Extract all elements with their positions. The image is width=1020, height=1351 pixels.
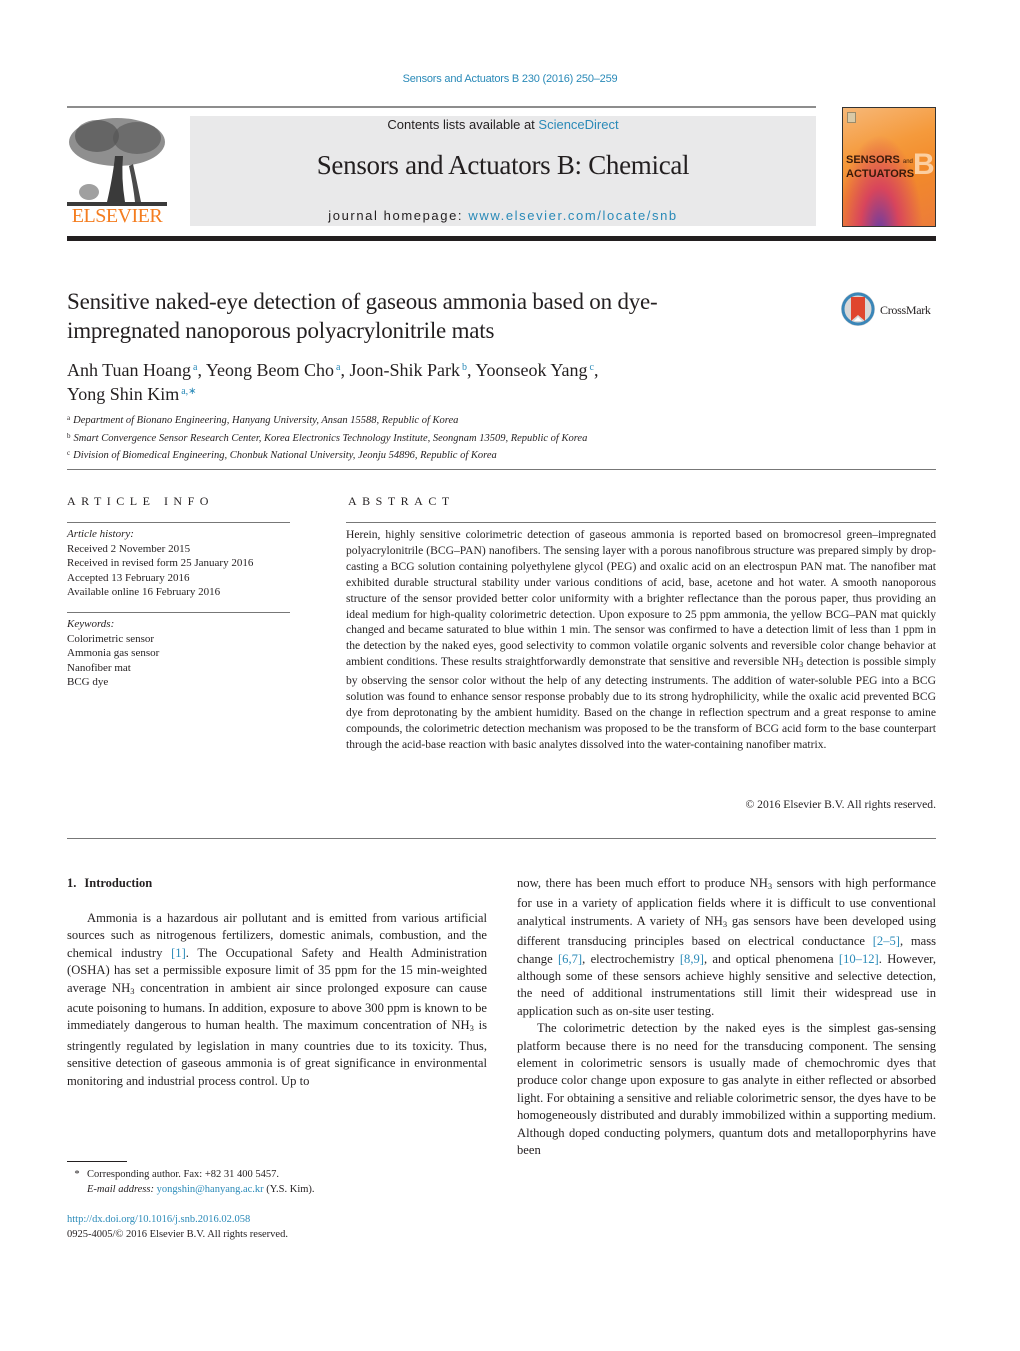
affiliation-list: a Department of Bionano Engineering, Hany… xyxy=(67,411,927,464)
cover-line1: SENSORS xyxy=(846,154,900,166)
keywords-rule xyxy=(67,612,290,613)
journal-masthead: Contents lists available at ScienceDirec… xyxy=(190,116,816,226)
author[interactable]: Yoonseok Yang c xyxy=(475,360,594,380)
author-name: Yeong Beom Cho xyxy=(205,360,335,380)
keyword: Colorimetric sensor xyxy=(67,632,155,645)
affiliation-key: c xyxy=(67,449,71,457)
author-name: Joon-Shik Park xyxy=(349,360,460,380)
journal-citation-link[interactable]: Sensors and Actuators B 230 (2016) 250–2… xyxy=(0,73,1020,85)
section-title: Introduction xyxy=(84,876,153,890)
reference-link[interactable]: [1] xyxy=(171,946,186,960)
reference-link[interactable]: [8,9] xyxy=(680,952,704,966)
abstract-heading: ABSTRACT xyxy=(348,494,455,508)
section-divider xyxy=(67,469,936,470)
homepage-prefix: journal homepage: xyxy=(328,208,469,223)
text-run: , electrochemistry xyxy=(582,951,680,966)
contents-availability: Contents lists available at ScienceDirec… xyxy=(190,117,816,132)
intro-paragraph: The colorimetric detection by the naked … xyxy=(517,1021,936,1158)
author-separator: , xyxy=(197,360,206,380)
author[interactable]: Anh Tuan Hoang a xyxy=(67,360,197,380)
introduction-heading: 1. Introduction xyxy=(67,876,152,891)
author[interactable]: Yeong Beom Cho a xyxy=(206,360,341,380)
doi-link[interactable]: http://dx.doi.org/10.1016/j.snb.2016.02.… xyxy=(67,1214,250,1225)
article-title: Sensitive naked-eye detection of gaseous… xyxy=(67,289,658,343)
intro-paragraph: Ammonia is a hazardous air pollutant and… xyxy=(67,910,487,1090)
author-separator: , xyxy=(594,360,599,380)
affiliation-key: a xyxy=(67,414,71,422)
affiliation-text: Division of Biomedical Engineering, Chon… xyxy=(73,450,497,461)
author[interactable]: Joon-Shik Park b xyxy=(349,360,467,380)
keyword: BCG dye xyxy=(67,676,109,688)
crossmark-badge[interactable]: CrossMark xyxy=(840,291,940,327)
author-list: Anh Tuan Hoang a, Yeong Beom Cho a, Joon-S… xyxy=(67,357,787,405)
author-name: Yoonseok Yang xyxy=(475,360,588,380)
section-divider xyxy=(67,838,936,839)
cover-line2: ACTUATORS xyxy=(846,168,915,180)
elsevier-tree-icon xyxy=(67,116,167,208)
header-thick-rule xyxy=(67,236,936,241)
author-affiliation-marker[interactable]: a,∗ xyxy=(181,386,196,397)
abstract-text-part: Herein, highly sensitive colorimetric de… xyxy=(346,528,936,669)
affiliation-text: Department of Bionano Engineering, Hanya… xyxy=(73,415,459,426)
contents-prefix: Contents lists available at xyxy=(387,117,539,132)
cover-letter: B xyxy=(913,148,935,181)
keywords-label: Keywords: xyxy=(67,618,115,630)
footnote-rule xyxy=(67,1161,127,1162)
crossmark-label: CrossMark xyxy=(880,303,931,317)
history-item: Received in revised form 25 January 2016 xyxy=(67,557,254,569)
affiliation: c Division of Biomedical Engineering, Cho… xyxy=(67,446,927,464)
homepage-link[interactable]: www.elsevier.com/locate/snb xyxy=(468,208,677,223)
journal-homepage: journal homepage: www.elsevier.com/locat… xyxy=(190,208,816,223)
journal-cover-thumbnail[interactable]: B SENSORS and ACTUATORS xyxy=(842,107,936,227)
affiliation: b Smart Convergence Sensor Research Cente… xyxy=(67,429,927,447)
history-label: Article history: xyxy=(67,528,134,540)
doi-block: http://dx.doi.org/10.1016/j.snb.2016.02.… xyxy=(67,1212,487,1242)
reference-link[interactable]: [10–12] xyxy=(839,952,879,966)
history-item: Accepted 13 February 2016 xyxy=(67,571,190,584)
header-rule xyxy=(67,106,816,108)
elsevier-logo[interactable]: ELSEVIER xyxy=(67,116,167,228)
intro-paragraph: now, there has been much effort to produ… xyxy=(517,875,936,1020)
affiliation: a Department of Bionano Engineering, Hany… xyxy=(67,411,927,429)
cover-title: SENSORS and ACTUATORS xyxy=(846,154,914,180)
reference-link[interactable]: [6,7] xyxy=(558,952,582,966)
journal-title: Sensors and Actuators B: Chemical xyxy=(316,150,690,180)
author[interactable]: Yong Shin Kim a,∗ xyxy=(67,384,197,404)
author-name: Anh Tuan Hoang xyxy=(67,360,192,380)
issn-copyright: 0925-4005/© 2016 Elsevier B.V. All right… xyxy=(67,1229,288,1240)
history-item: Received 2 November 2015 xyxy=(67,542,191,555)
corresponding-text: Corresponding author. Fax: +82 31 400 54… xyxy=(87,1169,279,1180)
email-link[interactable]: yongshin@hanyang.ac.kr xyxy=(157,1184,264,1195)
corresponding-author-footnote: * Corresponding author. Fax: +82 31 400 5… xyxy=(67,1167,487,1197)
keyword: Nanofiber mat xyxy=(67,661,131,674)
abstract-text-part: detection is possible simply by observin… xyxy=(346,655,937,751)
abstract-rule xyxy=(346,522,936,523)
article-info-heading: ARTICLE INFO xyxy=(67,494,214,508)
elsevier-wordmark: ELSEVIER xyxy=(71,205,163,227)
article-history: Article history: Received 2 November 201… xyxy=(67,527,297,600)
history-item: Available online 16 February 2016 xyxy=(67,586,221,598)
intro-right-column: now, there has been much effort to produ… xyxy=(517,875,936,1160)
email-label: E-mail address: xyxy=(87,1184,154,1195)
section-number: 1. xyxy=(67,876,77,890)
keywords: Keywords: Colorimetric sensor Ammonia ga… xyxy=(67,617,297,690)
reference-link[interactable]: [2–5] xyxy=(873,934,900,948)
keyword: Ammonia gas sensor xyxy=(67,647,160,659)
crossmark-icon xyxy=(841,292,875,326)
affiliation-key: b xyxy=(67,431,71,440)
email-suffix: (Y.S. Kim). xyxy=(263,1184,315,1195)
footnote-marker: * xyxy=(74,1169,80,1180)
abstract-text: Herein, highly sensitive colorimetric de… xyxy=(346,527,936,753)
sciencedirect-link[interactable]: ScienceDirect xyxy=(538,117,618,132)
abstract-copyright: © 2016 Elsevier B.V. All rights reserved… xyxy=(745,798,936,811)
text-run: now, there has been much effort to produ… xyxy=(517,876,768,890)
article-info-rule xyxy=(67,522,290,523)
affiliation-text: Smart Convergence Sensor Research Center… xyxy=(73,432,588,444)
author-name: Yong Shin Kim xyxy=(67,384,180,404)
cover-publisher-icon xyxy=(847,112,856,123)
text-run: , and optical phenomena xyxy=(703,951,839,966)
cover-line1-small: and xyxy=(902,159,913,165)
